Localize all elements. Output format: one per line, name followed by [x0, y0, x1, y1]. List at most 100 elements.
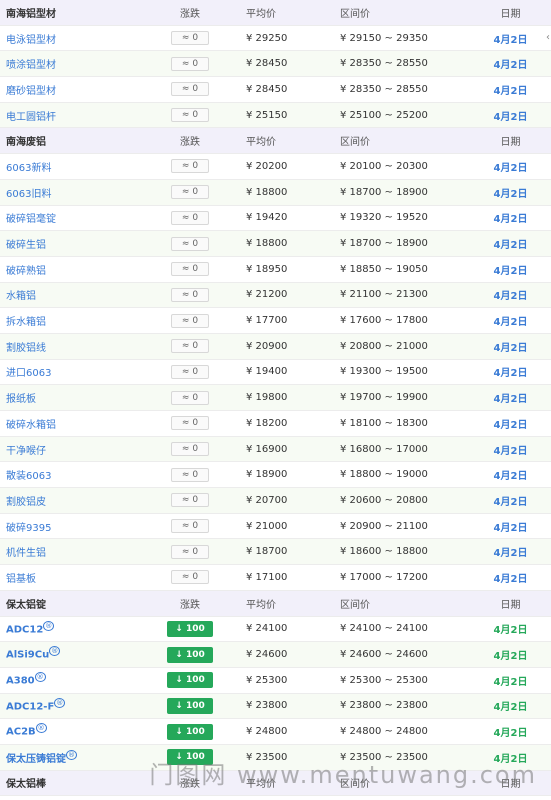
- avg-price: ¥ 28450: [246, 58, 288, 70]
- table-row: 喷涂铝型材 ≈ 0 ¥ 28450 ¥ 28350 ~ 28550 4月2日: [0, 51, 551, 78]
- table-row: 干净喉仔 ≈ 0 ¥ 16900 ¥ 16800 ~ 17000 4月2日: [0, 436, 551, 463]
- section-title: 保太铝棒: [6, 779, 46, 791]
- price-range: ¥ 18800 ~ 19000: [340, 469, 428, 481]
- change-cell: ≈ 0: [148, 262, 232, 277]
- product-name-link[interactable]: 水箱铝: [6, 291, 36, 302]
- product-name-link[interactable]: 电工圆铝杆: [6, 112, 56, 123]
- date-cell: 4月2日: [470, 544, 551, 559]
- price-range: ¥ 17000 ~ 17200: [340, 571, 428, 583]
- change-cell: ≈ 0: [148, 339, 232, 354]
- product-cell: 拆水箱铝: [0, 313, 148, 328]
- change-cell: ≈ 0: [148, 313, 232, 328]
- column-header-avg: 平均价: [246, 137, 276, 149]
- avg-price: ¥ 25150: [246, 109, 288, 121]
- avg-price: ¥ 18900: [246, 469, 288, 481]
- change-badge: ≈ 0: [171, 82, 209, 97]
- column-header-avg: 平均价: [246, 599, 276, 611]
- date-cell: 4月2日: [470, 31, 551, 46]
- product-name-link[interactable]: A380: [6, 675, 35, 686]
- price-range: ¥ 24600 ~ 24600: [340, 649, 428, 661]
- price-range: ¥ 16800 ~ 17000: [340, 443, 428, 455]
- price-range: ¥ 21100 ~ 21300: [340, 289, 428, 301]
- product-cell: 磨砂铝型材: [0, 82, 148, 97]
- change-badge: ≈ 0: [171, 416, 209, 431]
- product-name-link[interactable]: 电泳铝型材: [6, 35, 56, 46]
- watermark: 门图网 www.mentuwang.com: [149, 761, 537, 789]
- date-cell: 4月2日: [470, 185, 551, 200]
- table-row: 电泳铝型材 ≈ 0 ¥ 29250 ¥ 29150 ~ 29350 4月2日: [0, 26, 551, 52]
- registered-mark-icon: ®: [66, 750, 77, 761]
- table-row: 拆水箱铝 ≈ 0 ¥ 17700 ¥ 17600 ~ 17800 4月2日: [0, 308, 551, 334]
- change-cell: ≈ 0: [148, 108, 232, 123]
- product-name-link[interactable]: 铝基板: [6, 574, 36, 585]
- avg-price: ¥ 21200: [246, 289, 288, 301]
- price-range: ¥ 28350 ~ 28550: [340, 58, 428, 70]
- table-row: ADC12 ® ↓ 100 ¥ 24100 ¥ 24100 ~ 24100 4月2日: [0, 617, 551, 643]
- product-name-link[interactable]: 保太压铸铝锭: [6, 754, 66, 765]
- product-name-link[interactable]: ADC12-F: [6, 701, 54, 712]
- product-name-link[interactable]: AlSi9Cu: [6, 650, 49, 661]
- product-name-link[interactable]: 6063旧料: [6, 189, 51, 200]
- column-header-range: 区间价: [340, 599, 370, 611]
- change-cell: ≈ 0: [148, 416, 232, 431]
- change-badge: ↓ 100: [167, 646, 213, 663]
- date-cell: 4月2日: [470, 621, 551, 636]
- product-name-link[interactable]: 破碎水箱铝: [6, 420, 56, 431]
- date-cell: 4月2日: [470, 262, 551, 277]
- date-value: 4月2日: [493, 188, 528, 200]
- product-name-link[interactable]: 进口6063: [6, 368, 51, 379]
- avg-price: ¥ 18800: [246, 238, 288, 250]
- table-row: 割胶铝线 ≈ 0 ¥ 20900 ¥ 20800 ~ 21000 4月2日: [0, 333, 551, 360]
- change-badge: ≈ 0: [171, 236, 209, 251]
- avg-price: ¥ 18800: [246, 186, 288, 198]
- price-range: ¥ 18850 ~ 19050: [340, 263, 428, 275]
- product-name-link[interactable]: 干净喉仔: [6, 446, 46, 457]
- product-name-link[interactable]: 割胶铝线: [6, 343, 46, 354]
- avg-price: ¥ 18950: [246, 263, 288, 275]
- date-cell: 4月2日: [470, 364, 551, 379]
- avg-price: ¥ 19420: [246, 212, 288, 224]
- date-cell: 4月2日: [470, 159, 551, 174]
- product-name-link[interactable]: 破碎9395: [6, 523, 51, 534]
- product-name-link[interactable]: ADC12: [6, 624, 43, 635]
- close-icon[interactable]: ‹: [546, 32, 550, 43]
- table-row: AlSi9Cu ® ↓ 100 ¥ 24600 ¥ 24600 ~ 24600 4月2日: [0, 642, 551, 668]
- change-cell: ↓ 100: [148, 672, 232, 689]
- date-value: 4月2日: [493, 676, 528, 688]
- price-range: ¥ 25100 ~ 25200: [340, 109, 428, 121]
- date-value: 4月2日: [493, 445, 528, 457]
- table-row: 破碎熟铝 ≈ 0 ¥ 18950 ¥ 18850 ~ 19050 4月2日: [0, 257, 551, 283]
- date-cell: 4月2日: [470, 647, 551, 662]
- product-name-link[interactable]: 散装6063: [6, 471, 51, 482]
- avg-price: ¥ 21000: [246, 520, 288, 532]
- product-name-link[interactable]: 割胶铝皮: [6, 497, 46, 508]
- table-row: 破碎水箱铝 ≈ 0 ¥ 18200 ¥ 18100 ~ 18300 4月2日: [0, 411, 551, 437]
- product-name-link[interactable]: 破碎铝毫锭: [6, 214, 56, 225]
- table-row: A380 ® ↓ 100 ¥ 25300 ¥ 25300 ~ 25300 4月2日: [0, 668, 551, 694]
- date-value: 4月2日: [493, 625, 528, 637]
- date-cell: 4月2日: [470, 442, 551, 457]
- product-name-link[interactable]: 破碎生铝: [6, 240, 46, 251]
- table-row: 铝基板 ≈ 0 ¥ 17100 ¥ 17000 ~ 17200 4月2日: [0, 565, 551, 591]
- change-cell: ≈ 0: [148, 287, 232, 302]
- product-name-link[interactable]: 破碎熟铝: [6, 266, 46, 277]
- date-value: 4月2日: [493, 291, 528, 303]
- product-name-link[interactable]: 6063新料: [6, 163, 51, 174]
- product-name-link[interactable]: 喷涂铝型材: [6, 60, 56, 71]
- change-cell: ≈ 0: [148, 570, 232, 585]
- registered-mark-icon: ®: [34, 672, 46, 683]
- product-name-link[interactable]: 磨砂铝型材: [6, 86, 56, 97]
- change-cell: ≈ 0: [148, 390, 232, 405]
- product-name-link[interactable]: 机件生铝: [6, 548, 46, 559]
- date-value: 4月2日: [493, 702, 528, 714]
- product-name-link[interactable]: AC2B: [6, 727, 36, 738]
- product-name-link[interactable]: 报纸板: [6, 394, 36, 405]
- change-cell: ≈ 0: [148, 236, 232, 251]
- date-value: 4月2日: [493, 111, 528, 123]
- column-header-avg: 平均价: [246, 8, 276, 20]
- avg-price: ¥ 16900: [246, 443, 288, 455]
- avg-price: ¥ 18200: [246, 417, 288, 429]
- product-name-link[interactable]: 拆水箱铝: [6, 317, 46, 328]
- avg-price: ¥ 25300: [246, 674, 288, 686]
- product-cell: 水箱铝: [0, 287, 148, 302]
